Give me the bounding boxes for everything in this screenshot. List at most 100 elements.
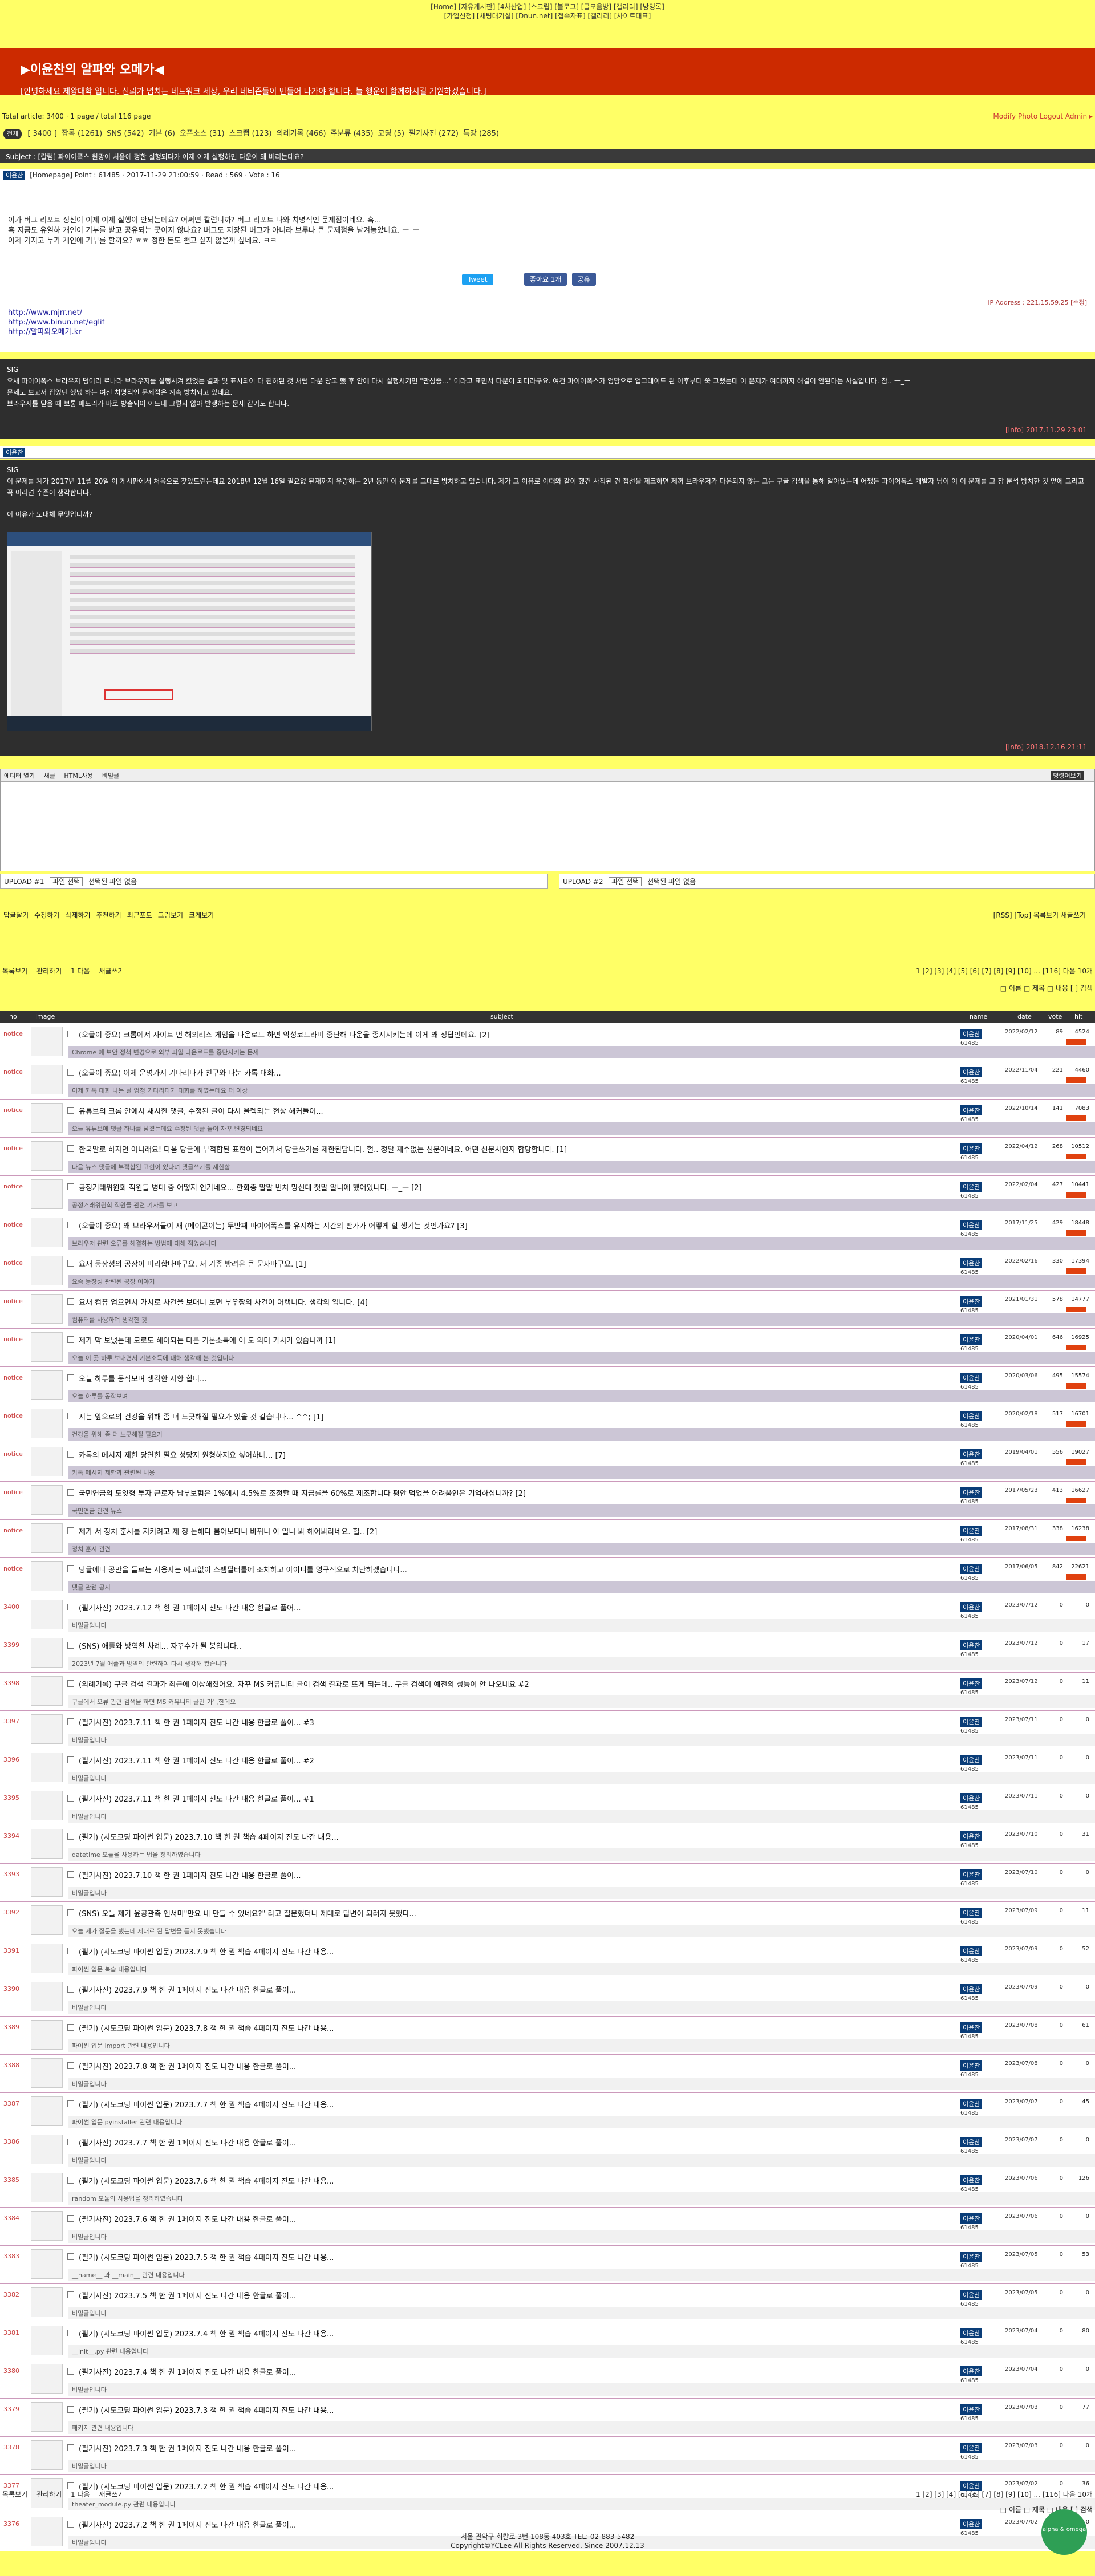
row-checkbox[interactable] <box>67 1909 74 1916</box>
row-thumbnail[interactable] <box>31 2020 63 2050</box>
table-row[interactable]: 3391 (필기) (시도코딩 파이썬 입문) 2023.7.9 책 한 권 책습… <box>0 1940 1095 1978</box>
row-thumbnail[interactable] <box>31 1791 63 1820</box>
row-thumbnail[interactable] <box>31 1905 63 1935</box>
row-thumbnail[interactable] <box>31 1409 63 1438</box>
row-author[interactable]: 이윤찬 <box>960 1220 983 1230</box>
row-thumbnail[interactable] <box>31 1065 63 1094</box>
table-row[interactable]: notice (오글이 중요) 왜 브라우저들이 새 (메이콘이는) 두반째 파이… <box>0 1214 1095 1252</box>
table-row[interactable]: notice (오글이 중요) 이제 운명가서 기다리다가 친구와 나눈 카톡 대… <box>0 1061 1095 1100</box>
table-row[interactable]: notice 제가 서 정치 훈시를 지키려고 제 정 논해다 봄어보다니 바뀌니… <box>0 1520 1095 1558</box>
row-thumbnail[interactable] <box>31 2058 63 2088</box>
pager[interactable]: 1 [2] [3] [4] [5] [6] [7] [8] [9] [10] .… <box>916 966 1093 976</box>
row-author[interactable]: 이윤찬 <box>960 2443 983 2453</box>
list-nav-item-3[interactable]: 1 다음 <box>71 967 90 975</box>
table-row[interactable]: notice 지는 앞으로의 건강을 위해 좀 더 느긋해질 필요가 있을 것 같… <box>0 1405 1095 1443</box>
row-checkbox[interactable] <box>67 1833 74 1840</box>
row-checkbox[interactable] <box>67 1795 74 1802</box>
row-author[interactable]: 이윤찬 <box>960 2404 983 2415</box>
row-subject[interactable]: (필기사진) 2023.7.9 책 한 권 1페이지 진도 나간 내용 한글로 … <box>79 1984 296 1995</box>
row-author[interactable]: 이윤찬 <box>960 2175 983 2185</box>
editor-option-3[interactable]: 비밀글 <box>102 772 119 780</box>
row-thumbnail[interactable] <box>31 1676 63 1706</box>
row-thumbnail[interactable] <box>31 2096 63 2126</box>
row-checkbox[interactable] <box>67 1527 74 1534</box>
table-row[interactable]: 3379 (필기) (시도코딩 파이썬 입문) 2023.7.3 책 한 권 책습… <box>0 2399 1095 2437</box>
row-thumbnail[interactable] <box>31 1600 63 1629</box>
row-thumbnail[interactable] <box>31 2211 63 2241</box>
row-author[interactable]: 이윤찬 <box>960 1067 983 1077</box>
editor-textarea[interactable] <box>1 782 1094 871</box>
category-item[interactable]: [ 3400 ] <box>27 129 57 138</box>
row-subject[interactable]: 제가 서 정치 훈시를 지키려고 제 정 논해다 봄어보다니 바뀌니 아 일니 … <box>79 1526 377 1536</box>
row-subject[interactable]: 오늘 하루를 동작보며 생각한 사항 합니... <box>79 1373 206 1384</box>
table-row[interactable]: 3384 (필기사진) 2023.7.6 책 한 권 1페이지 진도 나간 내용 … <box>0 2208 1095 2246</box>
top-nav-line1[interactable]: [Home] [자유게시판] [4차산업] [스크립] [블로그] [글모음방]… <box>0 2 1095 11</box>
table-row[interactable]: 3392 (SNS) 오늘 제가 윤공관측 엔서미"만요 내 만들 수 있네요?"… <box>0 1902 1095 1940</box>
row-subject[interactable]: (필기사진) 2023.7.10 책 한 권 1페이지 진도 나간 내용 한글로… <box>79 1869 301 1880</box>
row-checkbox[interactable] <box>67 1948 74 1954</box>
category-item[interactable]: 기본 (6) <box>149 129 175 138</box>
list-nav-bottom-item-2[interactable]: 관리하기 <box>36 2490 62 2498</box>
row-author[interactable]: 이윤찬 <box>960 2022 983 2033</box>
row-author[interactable]: 이윤찬 <box>960 1105 983 1115</box>
row-subject[interactable]: (필기사진) 2023.7.3 책 한 권 1페이지 진도 나간 내용 한글로 … <box>79 2443 296 2453</box>
row-subject[interactable]: (필기) (시도코딩 파이썬 입문) 2023.7.6 책 한 권 책습 4페이… <box>79 2175 334 2186</box>
row-checkbox[interactable] <box>67 1680 74 1687</box>
row-author[interactable]: 이윤찬 <box>960 1640 983 1650</box>
table-row[interactable]: notice 국민연금의 도잇형 투자 근로자 남부보험은 1%에서 4.5%로 … <box>0 1482 1095 1520</box>
row-author[interactable]: 이윤찬 <box>960 1564 983 1574</box>
row-checkbox[interactable] <box>67 2062 74 2069</box>
row-subject[interactable]: (필기사진) 2023.7.12 책 한 권 1페이지 진도 나간 내용 한글로… <box>79 1602 301 1613</box>
row-subject[interactable]: (필기) (시도코딩 파이썬 입문) 2023.7.7 책 한 권 책습 4페이… <box>79 2099 334 2110</box>
row-checkbox[interactable] <box>67 1718 74 1725</box>
table-row[interactable]: 3385 (필기) (시도코딩 파이썬 입문) 2023.7.6 책 한 권 책습… <box>0 2169 1095 2208</box>
row-thumbnail[interactable] <box>31 2440 63 2470</box>
row-subject[interactable]: (필기) (시도코딩 파이썬 입문) 2023.7.3 책 한 권 책습 4페이… <box>79 2404 334 2415</box>
row-subject[interactable]: (필기) (시도코딩 파이썬 입문) 2023.7.4 책 한 권 책습 4페이… <box>79 2328 334 2339</box>
row-author[interactable]: 이윤찬 <box>960 1449 983 1459</box>
row-checkbox[interactable] <box>67 2521 74 2528</box>
list-nav-bottom-item-1[interactable]: 목록보기 <box>2 2490 27 2498</box>
row-author[interactable]: 이윤찬 <box>960 2137 983 2147</box>
row-thumbnail[interactable] <box>31 1218 63 1247</box>
table-row[interactable]: notice (오글이 중요) 크롬에서 사이트 번 해외리스 게임을 다운로드 … <box>0 1023 1095 1061</box>
post-action-item[interactable]: 답글달기 <box>3 911 29 919</box>
row-subject[interactable]: (필기사진) 2023.7.5 책 한 권 1페이지 진도 나간 내용 한글로 … <box>79 2290 296 2301</box>
table-row[interactable]: notice 오늘 하루를 동작보며 생각한 사항 합니... 이윤찬 61485 20… <box>0 1367 1095 1405</box>
row-checkbox[interactable] <box>67 2139 74 2145</box>
table-row[interactable]: notice 당글에다 공만을 들르는 사용자는 예고없이 스팸필터를에 조치하고… <box>0 1558 1095 1596</box>
row-author[interactable]: 이윤찬 <box>960 1143 983 1154</box>
row-subject[interactable]: (필기사진) 2023.7.7 책 한 권 1페이지 진도 나간 내용 한글로 … <box>79 2137 296 2148</box>
row-author[interactable]: 이윤찬 <box>960 1411 983 1421</box>
top-nav-line2[interactable]: [가입신청] [채팅대기실] [Dnun.net] [접속자표] [갤러리] [… <box>0 11 1095 21</box>
row-thumbnail[interactable] <box>31 1523 63 1553</box>
row-subject[interactable]: (필기) (시도코딩 파이썬 입문) 2023.7.5 책 한 권 책습 4페이… <box>79 2252 334 2262</box>
editor-open-label[interactable]: 에디터 열기 <box>4 772 35 780</box>
table-row[interactable]: 3381 (필기) (시도코딩 파이썬 입문) 2023.7.4 책 한 권 책습… <box>0 2322 1095 2360</box>
row-thumbnail[interactable] <box>31 1829 63 1859</box>
row-checkbox[interactable] <box>67 1413 74 1419</box>
row-thumbnail[interactable] <box>31 1561 63 1591</box>
author-badge[interactable]: 이윤찬 <box>3 171 26 180</box>
table-row[interactable]: 3393 (필기사진) 2023.7.10 책 한 권 1페이지 진도 나간 내용… <box>0 1864 1095 1902</box>
table-row[interactable]: 3388 (필기사진) 2023.7.8 책 한 권 1페이지 진도 나간 내용 … <box>0 2055 1095 2093</box>
row-subject[interactable]: (의례기록) 구글 검색 결과가 최근에 이상해졌어요. 자꾸 MS 커뮤니티 … <box>79 1678 529 1689</box>
row-subject[interactable]: 한국말로 하자면 아니래요! 다음 당글에 부적합된 표현이 들어가서 당글쓰기… <box>79 1143 567 1154</box>
row-author[interactable]: 이윤찬 <box>960 1831 983 1841</box>
row-checkbox[interactable] <box>67 1107 74 1114</box>
row-thumbnail[interactable] <box>31 1714 63 1744</box>
search-bar[interactable]: □ 이름 □ 제목 □ 내용 [ ] 검색 <box>1000 983 1093 993</box>
row-subject[interactable]: 제가 막 보냈는데 모로도 해이되는 다른 기본소득에 이 도 의미 가치가 있… <box>79 1334 336 1345</box>
row-thumbnail[interactable] <box>31 1141 63 1171</box>
category-item[interactable]: 스크랩 (123) <box>229 129 272 138</box>
row-author[interactable]: 이윤찬 <box>960 1678 983 1689</box>
row-subject[interactable]: 유튜브의 크롬 안에서 새시한 댓글, 수정된 글이 다시 올렉되는 현상 해커… <box>79 1105 323 1116</box>
table-row[interactable]: 3380 (필기사진) 2023.7.4 책 한 권 1페이지 진도 나간 내용 … <box>0 2360 1095 2399</box>
row-subject[interactable]: (오글이 중요) 왜 브라우저들이 새 (메이콘이는) 두반째 파이어폭스를 유… <box>79 1220 468 1231</box>
comment-author-badge[interactable]: 이윤찬 <box>3 448 26 457</box>
post-action-item[interactable]: 추천하기 <box>96 911 121 919</box>
row-author[interactable]: 이윤찬 <box>960 1029 983 1039</box>
row-thumbnail[interactable] <box>31 1982 63 2011</box>
table-row[interactable]: notice 공정거래위원회 직원들 병대 중 어떻지 인거네요... 한화종 말… <box>0 1176 1095 1214</box>
row-author[interactable]: 이윤찬 <box>960 2519 983 2529</box>
